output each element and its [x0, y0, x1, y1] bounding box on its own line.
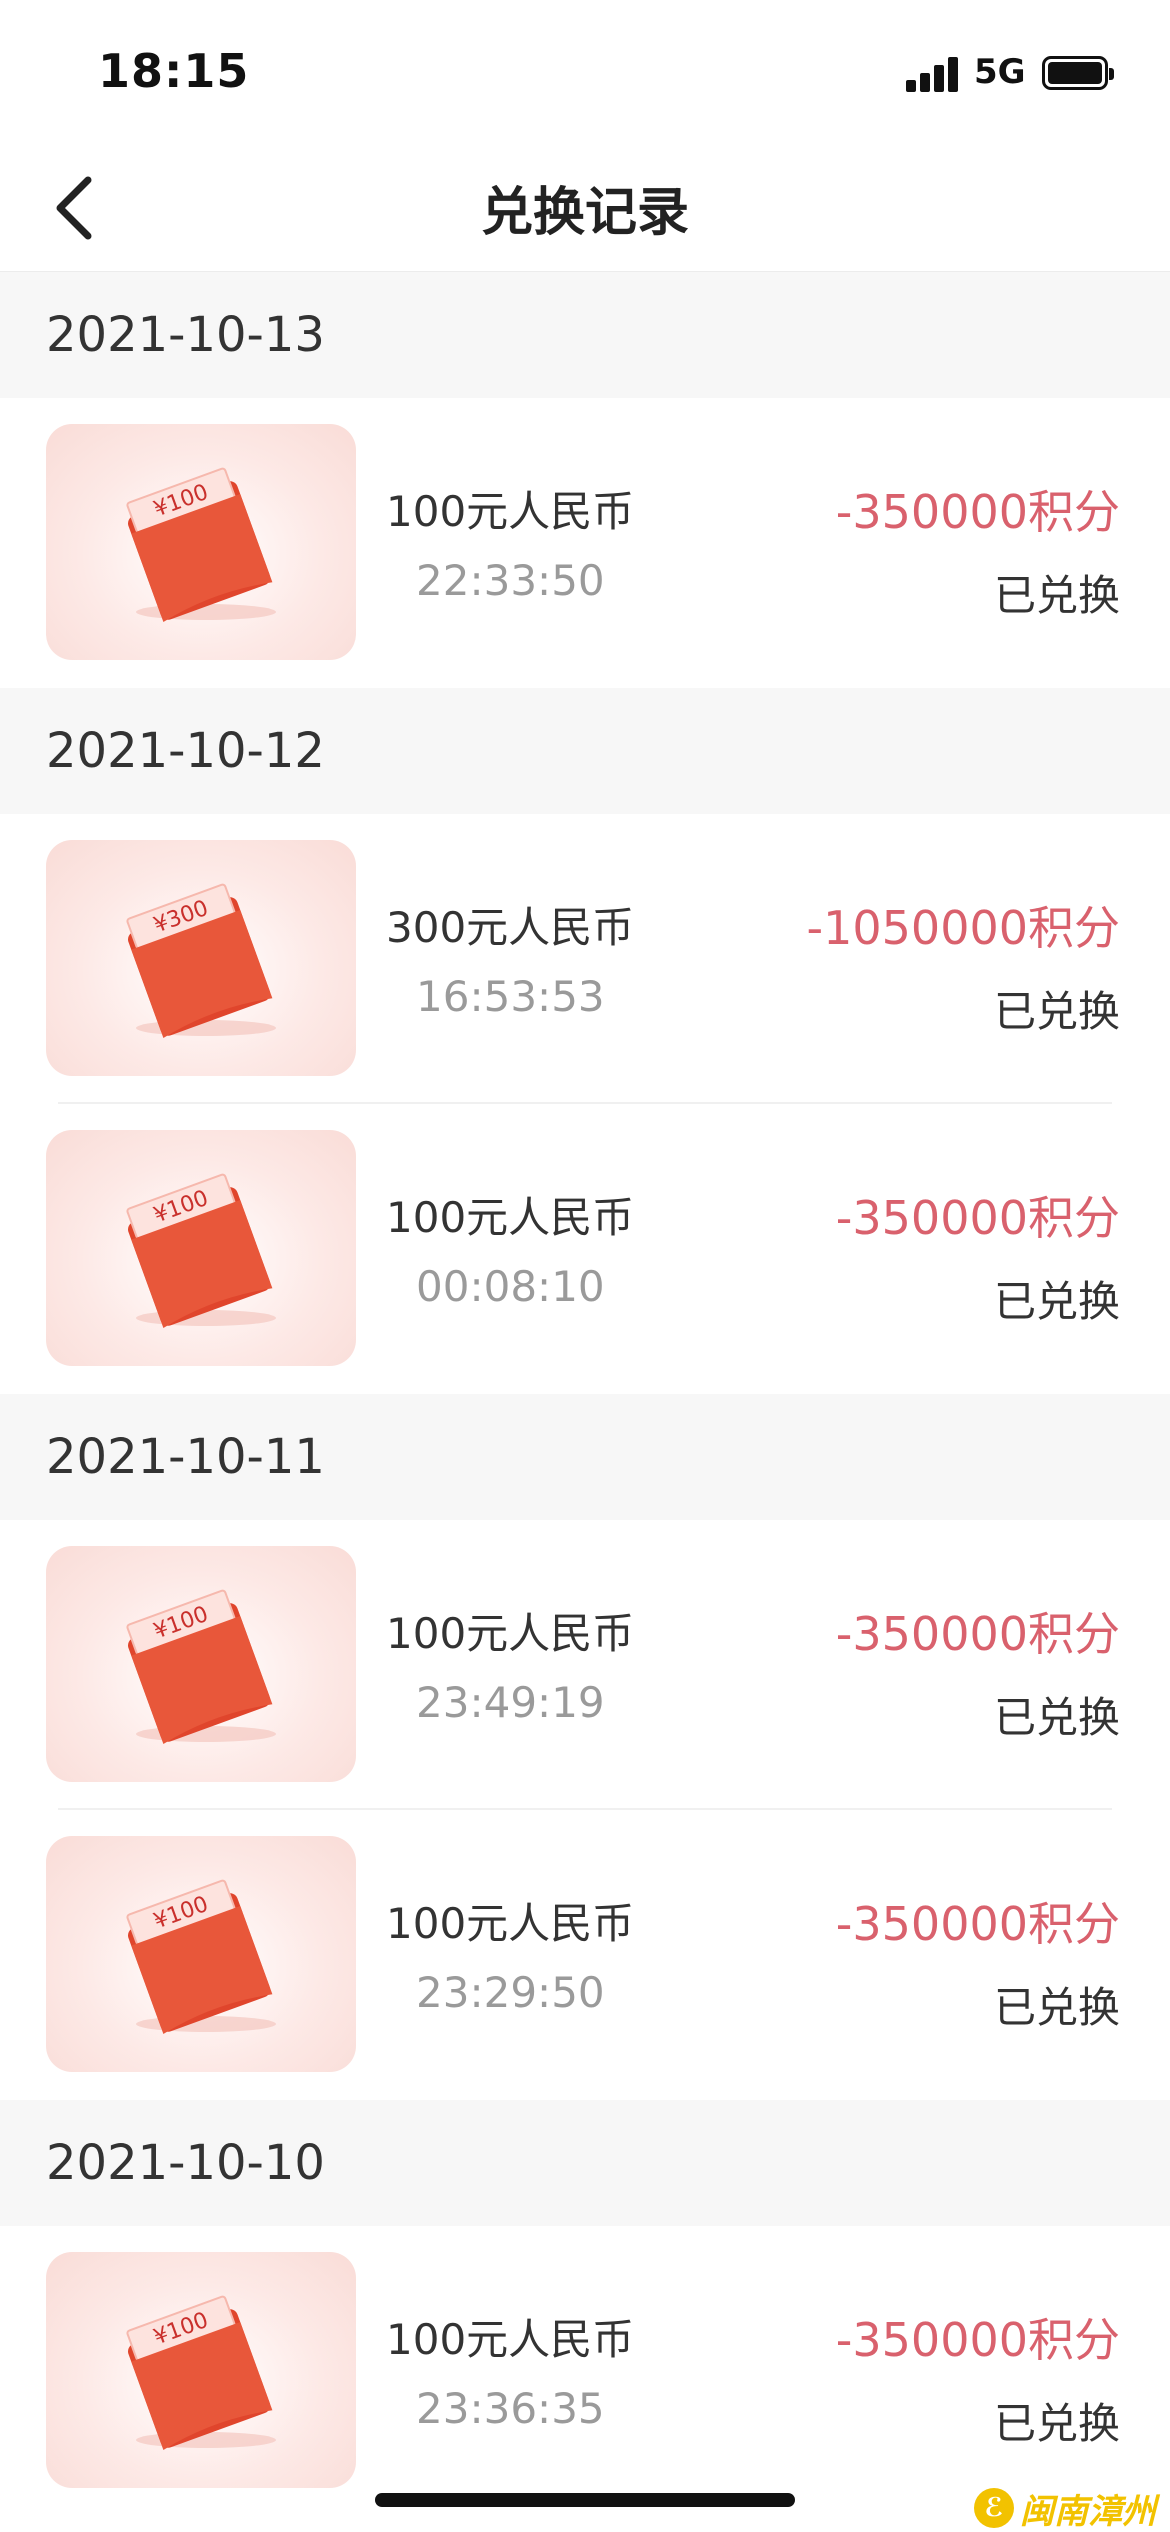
- item-time: 23:29:50: [416, 1968, 605, 2017]
- status-label: 已兑换: [993, 1983, 1120, 2032]
- points-deducted: -350000积分: [835, 1191, 1120, 1245]
- status-label: 已兑换: [993, 987, 1120, 1036]
- item-time: 22:33:50: [416, 556, 605, 605]
- status-label: 已兑换: [993, 1693, 1120, 1742]
- item-time: 23:36:35: [416, 2384, 605, 2433]
- points-deducted: -350000积分: [835, 1607, 1120, 1661]
- points-deducted: -350000积分: [835, 485, 1120, 539]
- record-item[interactable]: ¥100 100元人民币 23:29:50 -350000积分 已兑换: [0, 1810, 1170, 2100]
- record-item[interactable]: ¥100 100元人民币 22:33:50 -350000积分 已兑换: [0, 398, 1170, 688]
- date-header: 2021-10-10: [0, 2100, 1170, 2226]
- status-label: 已兑换: [993, 2399, 1120, 2448]
- battery-icon: [1042, 56, 1114, 90]
- item-time: 00:08:10: [416, 1262, 605, 1311]
- points-deducted: -350000积分: [835, 2313, 1120, 2367]
- item-time: 23:49:19: [416, 1678, 605, 1727]
- status-label: 已兑换: [993, 571, 1120, 620]
- record-item[interactable]: ¥100 100元人民币 00:08:10 -350000积分 已兑换: [0, 1104, 1170, 1394]
- red-envelope-icon: ¥100: [46, 2252, 356, 2488]
- item-name: 100元人民币: [386, 1193, 635, 1242]
- item-name: 300元人民币: [386, 903, 635, 952]
- item-time: 16:53:53: [416, 972, 605, 1021]
- nav-bar: 兑换记录: [0, 140, 1170, 272]
- red-envelope-icon: ¥300: [46, 840, 356, 1076]
- red-envelope-icon: ¥100: [46, 1836, 356, 2072]
- record-item[interactable]: ¥100 100元人民币 23:36:35 -350000积分 已兑换: [0, 2226, 1170, 2516]
- record-item[interactable]: ¥100 100元人民币 23:49:19 -350000积分 已兑换: [0, 1520, 1170, 1810]
- status-label: 已兑换: [993, 1277, 1120, 1326]
- screen: 18:15 5G 兑换记录 2021-10-13 ¥100 100元人民币 22…: [0, 0, 1170, 2532]
- date-header: 2021-10-12: [0, 688, 1170, 814]
- item-name: 100元人民币: [386, 1899, 635, 1948]
- status-time: 18:15: [98, 44, 250, 98]
- home-indicator[interactable]: [375, 2493, 795, 2507]
- item-name: 100元人民币: [386, 1609, 635, 1658]
- date-header: 2021-10-13: [0, 272, 1170, 398]
- watermark-logo-icon: ℰ: [974, 2488, 1014, 2528]
- points-deducted: -1050000积分: [806, 901, 1120, 955]
- red-envelope-icon: ¥100: [46, 1546, 356, 1782]
- red-envelope-icon: ¥100: [46, 1130, 356, 1366]
- record-item[interactable]: ¥300 300元人民币 16:53:53 -1050000积分 已兑换: [0, 814, 1170, 1104]
- network-label: 5G: [974, 52, 1026, 92]
- exchange-record-list: 2021-10-13 ¥100 100元人民币 22:33:50 -350000…: [0, 272, 1170, 2516]
- points-deducted: -350000积分: [835, 1897, 1120, 1951]
- page-title: 兑换记录: [480, 183, 689, 243]
- item-name: 100元人民币: [386, 2315, 635, 2364]
- signal-icon: [906, 56, 960, 92]
- item-name: 100元人民币: [386, 487, 635, 536]
- watermark-text: 闽南漳州: [1020, 2491, 1156, 2532]
- red-envelope-icon: ¥100: [46, 424, 356, 660]
- watermark: ℰ 闽南漳州: [974, 2486, 1156, 2532]
- date-header: 2021-10-11: [0, 1394, 1170, 1520]
- status-bar: 18:15 5G: [0, 0, 1170, 140]
